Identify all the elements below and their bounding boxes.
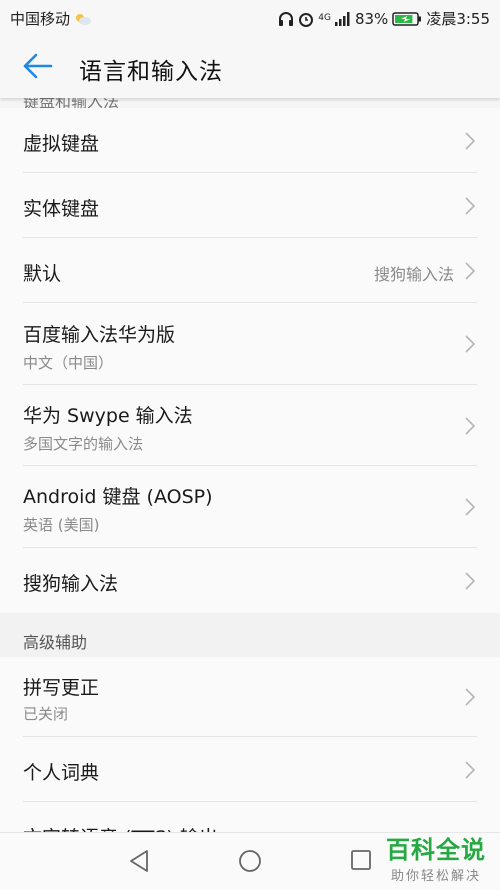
carrier-label: 中国移动	[10, 10, 71, 28]
chevron-right-icon	[465, 262, 475, 280]
signal-icon	[334, 11, 351, 26]
list-item-android-keyboard[interactable]: Android 键盘 (AOSP) 英语 (美国)	[0, 466, 500, 548]
nav-back-icon[interactable]	[128, 849, 150, 873]
section-header-label: 高级辅助	[23, 633, 88, 652]
alarm-icon	[298, 11, 314, 27]
item-title: Android 键盘 (AOSP)	[23, 486, 213, 508]
clock-label: 凌晨3:55	[426, 10, 490, 28]
item-title: 虚拟键盘	[23, 133, 100, 155]
item-subtitle: 多国文字的输入法	[23, 435, 144, 453]
back-button[interactable]	[22, 52, 54, 80]
watermark-logo: 百科全说 助你轻松解决	[386, 830, 486, 884]
watermark-title: 百科全说	[386, 836, 486, 864]
section-header-keyboard: 键盘和输入法	[0, 98, 500, 108]
list-item-physical-keyboard[interactable]: 实体键盘	[0, 173, 500, 238]
chevron-right-icon	[465, 572, 475, 590]
page-title: 语言和输入法	[79, 59, 223, 85]
battery-icon	[392, 11, 422, 27]
chevron-right-icon	[465, 197, 475, 215]
section-header-label: 键盘和输入法	[23, 98, 120, 108]
watermark-subtitle: 助你轻松解决	[390, 869, 481, 884]
item-title: 百度输入法华为版	[23, 324, 176, 346]
item-title: 搜狗输入法	[23, 573, 119, 595]
headphones-icon	[278, 11, 294, 27]
arrow-left-icon	[23, 53, 53, 79]
list-item-baidu-ime[interactable]: 百度输入法华为版 中文（中国）	[0, 303, 500, 385]
chevron-right-icon	[465, 335, 475, 353]
battery-percent: 83%	[354, 9, 389, 28]
item-title: 个人词典	[23, 762, 100, 784]
item-value: 搜狗输入法	[373, 265, 454, 284]
item-title: 实体键盘	[23, 198, 100, 220]
item-subtitle: 英语 (美国)	[23, 516, 100, 534]
settings-list: 键盘和输入法 虚拟键盘 实体键盘 默认 搜狗输入法 百度输入法华为版 中文（中国…	[0, 98, 500, 867]
network-type-label: 4G	[318, 13, 331, 23]
list-item-default-ime[interactable]: 默认 搜狗输入法	[0, 238, 500, 303]
chevron-right-icon	[465, 688, 475, 706]
weather-icon	[74, 12, 92, 26]
chevron-right-icon	[465, 498, 475, 516]
section-header-advanced: 高级辅助	[0, 613, 500, 657]
app-bar: 语言和输入法	[0, 34, 500, 98]
item-subtitle: 已关闭	[23, 705, 69, 723]
list-item-huawei-swype[interactable]: 华为 Swype 输入法 多国文字的输入法	[0, 385, 500, 466]
status-bar: 中国移动 4G 83% 凌晨3:55	[0, 0, 500, 34]
list-item-sogou-ime[interactable]: 搜狗输入法	[0, 548, 500, 613]
list-item-personal-dictionary[interactable]: 个人词典	[0, 737, 500, 802]
item-title: 华为 Swype 输入法	[23, 405, 193, 427]
nav-home-icon[interactable]	[238, 849, 262, 873]
item-title: 默认	[23, 263, 62, 285]
nav-recents-icon[interactable]	[350, 849, 372, 871]
chevron-right-icon	[465, 132, 475, 150]
item-title: 拼写更正	[23, 677, 100, 699]
chevron-right-icon	[465, 417, 475, 435]
list-item-virtual-keyboard[interactable]: 虚拟键盘	[0, 108, 500, 173]
list-item-spell-check[interactable]: 拼写更正 已关闭	[0, 657, 500, 737]
chevron-right-icon	[465, 761, 475, 779]
item-subtitle: 中文（中国）	[23, 354, 114, 372]
